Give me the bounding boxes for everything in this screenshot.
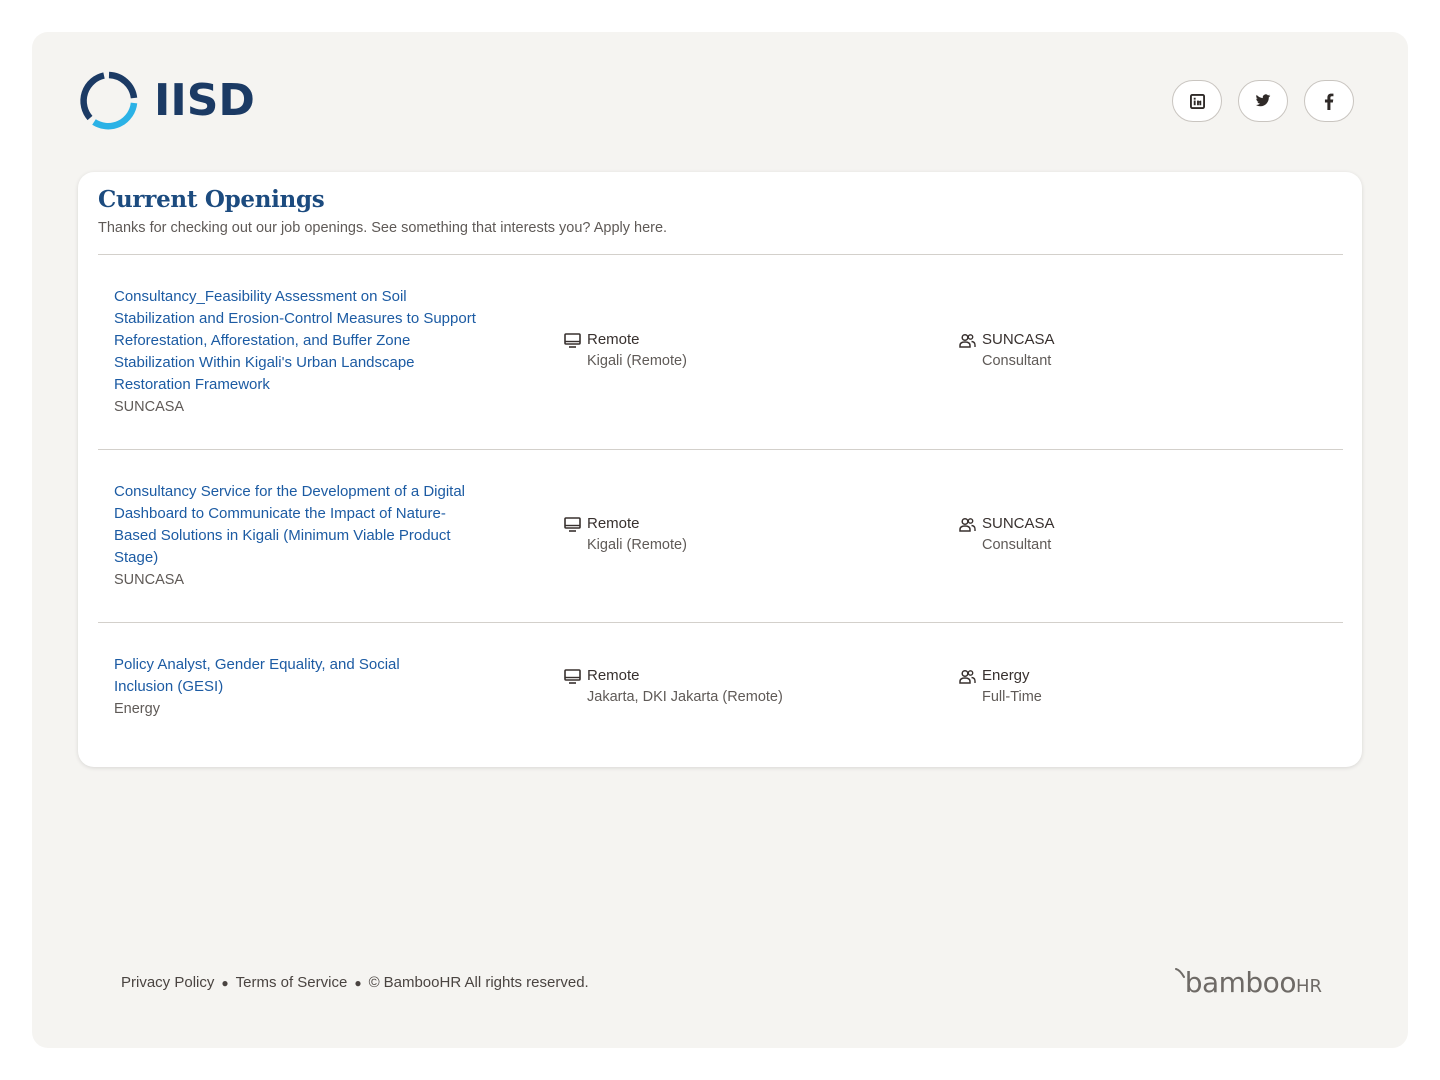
privacy-policy-link[interactable]: Privacy Policy (121, 974, 214, 991)
location-type: Remote (587, 515, 640, 532)
employment-type: Consultant (982, 353, 1052, 369)
separator-dot: ● (354, 975, 362, 990)
job-title-link[interactable]: Consultancy Service for the Development … (114, 481, 484, 569)
people-icon (958, 515, 976, 533)
team-name: SUNCASA (982, 331, 1055, 348)
twitter-icon (1255, 94, 1271, 107)
page-title: Current Openings (98, 186, 325, 213)
divider (98, 254, 1343, 255)
facebook-button[interactable] (1304, 80, 1354, 122)
job-title-column: Consultancy_Feasibility Assessment on So… (114, 286, 486, 417)
bamboohr-logo[interactable]: bamboo HR (1174, 966, 1322, 999)
linkedin-button[interactable] (1172, 80, 1222, 122)
separator-dot: ● (221, 975, 229, 990)
job-title-link[interactable]: Consultancy_Feasibility Assessment on So… (114, 286, 486, 396)
job-title-column: Policy Analyst, Gender Equality, and Soc… (114, 654, 444, 719)
terms-of-service-link[interactable]: Terms of Service (236, 974, 348, 991)
job-location: Remote Kigali (Remote) (563, 330, 687, 371)
job-department: Energy (114, 701, 160, 717)
job-team: SUNCASA Consultant (958, 330, 1055, 371)
job-team: SUNCASA Consultant (958, 514, 1055, 555)
hr-wordmark: HR (1295, 976, 1322, 997)
location-type: Remote (587, 331, 640, 348)
monitor-icon (563, 331, 581, 349)
employment-type: Full-Time (982, 689, 1042, 705)
job-title-column: Consultancy Service for the Development … (114, 481, 484, 590)
monitor-icon (563, 667, 581, 685)
social-links (1172, 80, 1354, 122)
location-detail: Kigali (Remote) (587, 353, 687, 369)
job-title-link[interactable]: Policy Analyst, Gender Equality, and Soc… (114, 654, 444, 698)
logo-text: IISD (154, 75, 255, 126)
location-detail: Kigali (Remote) (587, 537, 687, 553)
location-detail: Jakarta, DKI Jakarta (Remote) (587, 689, 783, 705)
people-icon (958, 667, 976, 685)
iisd-logo[interactable]: IISD (78, 70, 255, 132)
job-department: SUNCASA (114, 572, 185, 588)
twitter-button[interactable] (1238, 80, 1288, 122)
page-container: IISD Current Openings Thanks for checkin… (32, 32, 1408, 1048)
people-icon (958, 331, 976, 349)
location-type: Remote (587, 667, 640, 684)
monitor-icon (563, 515, 581, 533)
team-name: SUNCASA (982, 515, 1055, 532)
copyright-text: BambooHR All rights reserved. (383, 974, 589, 991)
facebook-icon (1324, 93, 1334, 110)
team-name: Energy (982, 667, 1030, 684)
job-team: Energy Full-Time (958, 666, 1042, 707)
divider (98, 622, 1343, 623)
job-department: SUNCASA (114, 399, 185, 415)
copyright-icon: © (368, 974, 380, 991)
footer: Privacy Policy ● Terms of Service ● © Ba… (121, 974, 589, 991)
openings-card: Current Openings Thanks for checking out… (78, 172, 1362, 767)
employment-type: Consultant (982, 537, 1052, 553)
job-location: Remote Kigali (Remote) (563, 514, 687, 555)
page-subtitle: Thanks for checking out our job openings… (98, 220, 668, 236)
divider (98, 449, 1343, 450)
linkedin-icon (1189, 93, 1205, 109)
iisd-ring-icon (80, 71, 138, 130)
job-location: Remote Jakarta, DKI Jakarta (Remote) (563, 666, 783, 707)
bamboo-wordmark: bamboo (1184, 966, 1297, 999)
